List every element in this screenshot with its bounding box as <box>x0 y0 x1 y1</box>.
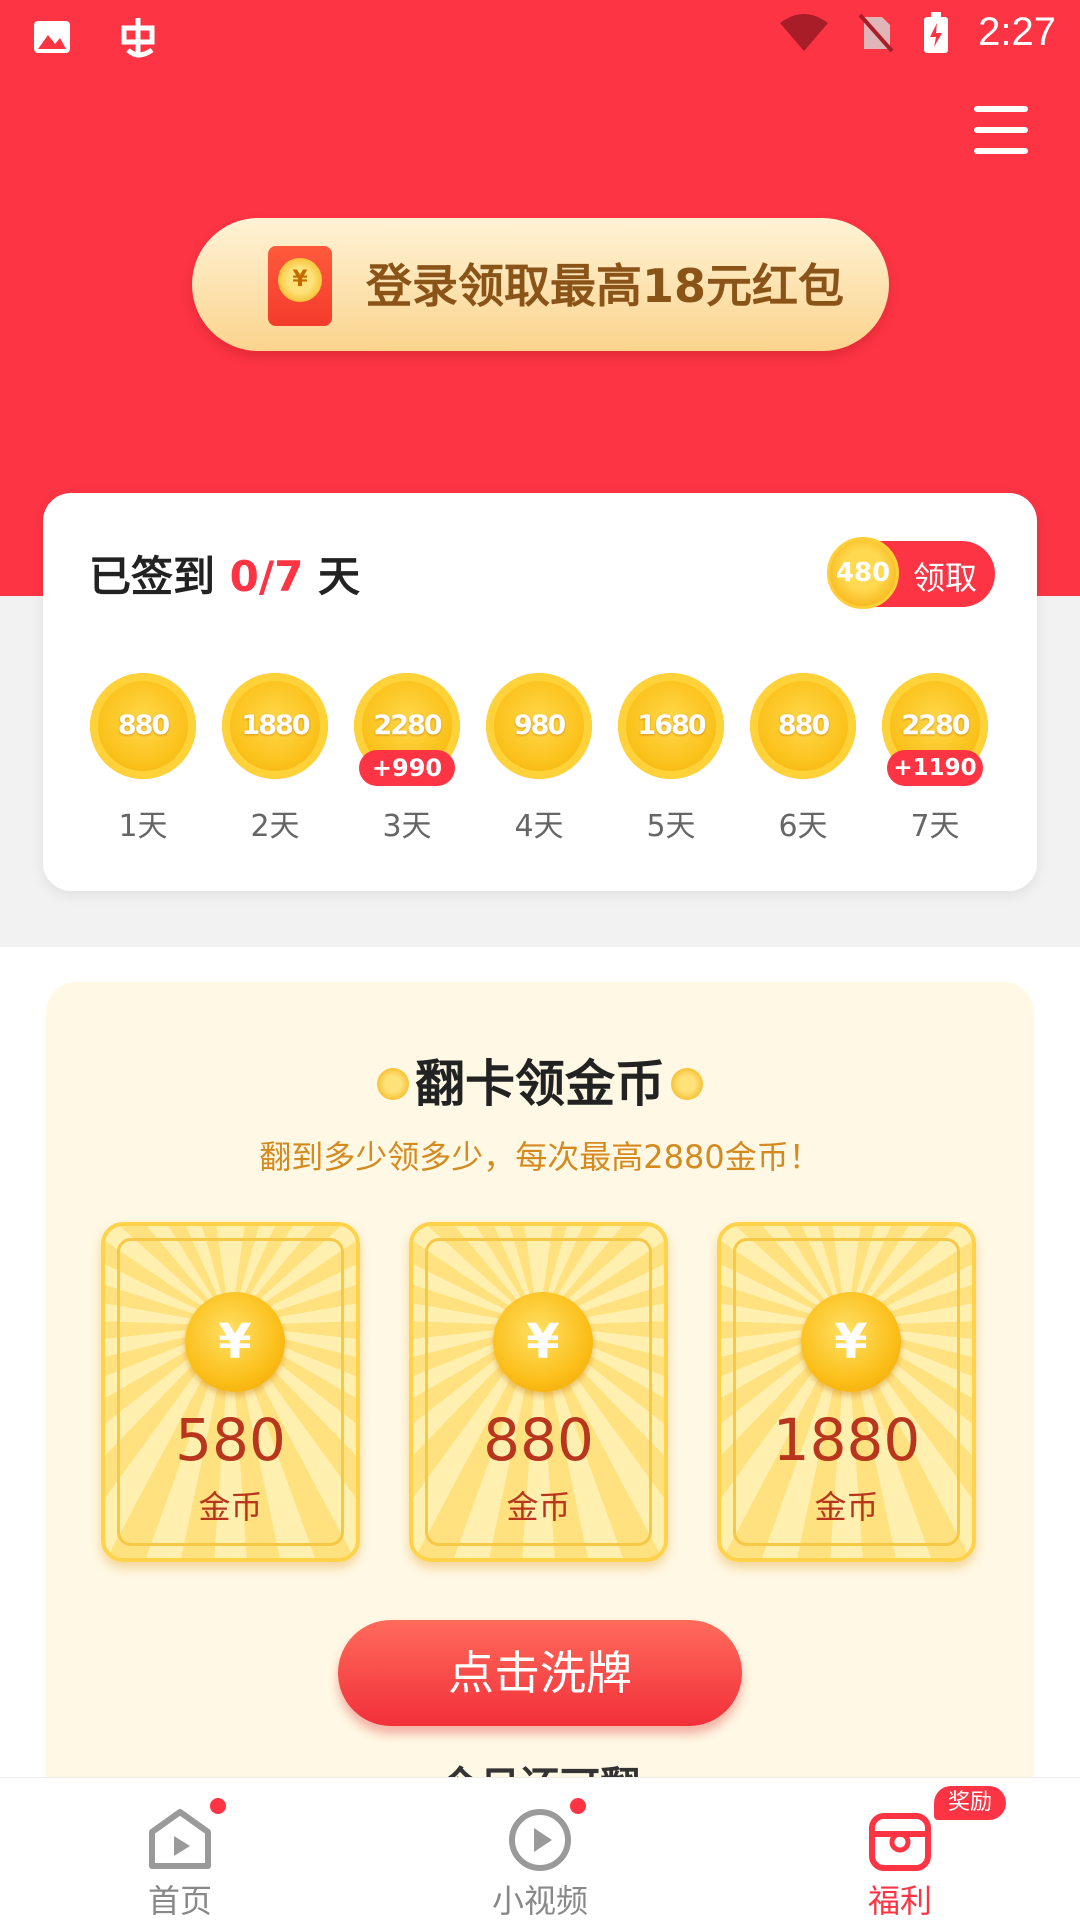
nav-short-video[interactable]: 小视频 <box>450 1778 630 1920</box>
sign-in-days: 880 1天 1880 2天 2280 +990 3天 980 4天 1680 … <box>88 673 992 844</box>
day-item[interactable]: 2280 +1190 7天 <box>880 673 990 844</box>
sign-in-title: 已签到 0/7 天 <box>89 552 361 601</box>
gallery-icon <box>34 21 70 53</box>
prize-unit: 金币 <box>198 1488 263 1526</box>
yuan-coin-icon: ¥ <box>493 1292 593 1392</box>
notification-dot <box>210 1798 226 1814</box>
coin-icon: 980 <box>486 673 592 779</box>
login-redpacket-banner[interactable]: ¥ 登录领取最高18元红包 <box>192 218 889 351</box>
claim-button[interactable]: 480 领取 <box>827 537 995 609</box>
prize-card[interactable]: ¥ 1880 金币 <box>717 1222 976 1562</box>
sign-in-card: 已签到 0/7 天 480 领取 880 1天 1880 2天 2280 +99… <box>43 493 1037 891</box>
day-bonus-badge: +1190 <box>887 750 983 786</box>
coin-icon: 1680 <box>618 673 724 779</box>
prize-value: 880 <box>483 1406 594 1474</box>
flip-subtitle: 翻到多少领多少，每次最高2880金币！ <box>259 1138 821 1176</box>
nav-label: 小视频 <box>491 1882 588 1920</box>
day-item[interactable]: 2280 +990 3天 <box>352 673 462 844</box>
day-item[interactable]: 880 1天 <box>88 673 198 844</box>
nav-label: 首页 <box>147 1882 212 1920</box>
day-bonus-badge: +990 <box>359 750 455 786</box>
login-banner-text: 登录领取最高18元红包 <box>366 259 845 313</box>
gift-icon <box>869 1813 931 1871</box>
day-item[interactable]: 1680 5天 <box>616 673 726 844</box>
red-packet-icon: ¥ <box>268 246 332 326</box>
video-play-icon <box>509 1809 571 1871</box>
day-item[interactable]: 980 4天 <box>484 673 594 844</box>
coin-icon: 880 <box>750 673 856 779</box>
coin-icon: 1880 <box>222 673 328 779</box>
no-sim-icon <box>858 13 894 52</box>
day-label: 1天 <box>118 809 168 844</box>
battery-charging-icon <box>924 11 949 53</box>
day-item[interactable]: 880 6天 <box>748 673 858 844</box>
prize-card[interactable]: ¥ 880 金币 <box>409 1222 668 1562</box>
day-item[interactable]: 1880 2天 <box>220 673 330 844</box>
flip-card-panel: 翻卡领金币 翻到多少领多少，每次最高2880金币！ ¥ 580 金币 ¥ 880… <box>46 982 1034 1782</box>
sign-in-progress: 0/7 <box>229 552 304 601</box>
home-play-icon <box>149 1809 211 1869</box>
nav-label: 福利 <box>867 1882 932 1920</box>
notification-dot <box>570 1798 586 1814</box>
status-bar: 2:27 <box>0 0 1080 72</box>
day-label: 4天 <box>514 809 564 844</box>
nav-welfare[interactable]: 奖励 福利 <box>810 1778 1006 1920</box>
prize-unit: 金币 <box>506 1488 571 1526</box>
day-label: 3天 <box>382 809 432 844</box>
claim-label: 领取 <box>913 559 978 597</box>
day-label: 6天 <box>778 809 828 844</box>
prize-value: 580 <box>175 1406 286 1474</box>
flip-title: 翻卡领金币 <box>46 1044 1034 1116</box>
day-label: 2天 <box>250 809 300 844</box>
menu-icon[interactable] <box>974 106 1028 154</box>
nav-home[interactable]: 首页 <box>90 1778 270 1920</box>
status-time: 2:27 <box>978 10 1056 54</box>
reward-badge: 奖励 <box>934 1786 1006 1820</box>
day-label: 7天 <box>910 809 960 844</box>
app-logo-icon <box>121 18 155 58</box>
coin-icon <box>377 1067 409 1100</box>
prize-card[interactable]: ¥ 580 金币 <box>101 1222 360 1562</box>
coin-icon <box>671 1067 703 1100</box>
day-label: 5天 <box>646 809 696 844</box>
claim-coin-icon: 480 <box>827 537 899 609</box>
shuffle-button[interactable]: 点击洗牌 <box>338 1620 742 1726</box>
bottom-nav: 首页 小视频 奖励 福利 <box>0 1777 1080 1920</box>
yuan-coin-icon: ¥ <box>185 1292 285 1392</box>
prize-unit: 金币 <box>814 1488 879 1526</box>
yuan-coin-icon: ¥ <box>801 1292 901 1392</box>
wifi-icon <box>780 13 829 51</box>
prize-value: 1880 <box>772 1406 921 1474</box>
coin-icon: 880 <box>90 673 196 779</box>
